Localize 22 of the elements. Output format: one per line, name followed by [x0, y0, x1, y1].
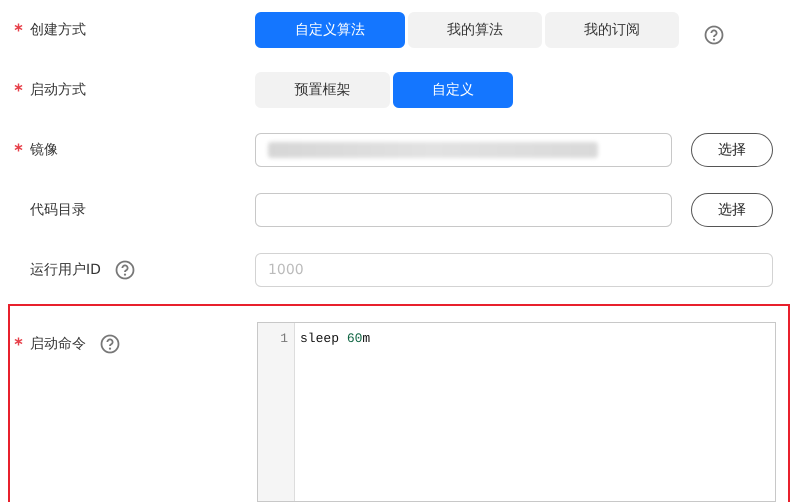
path-field[interactable] — [255, 133, 672, 167]
field-label: 代码目录 — [30, 200, 86, 220]
user-id-field[interactable]: 1000 — [255, 253, 773, 287]
code-editor[interactable]: 1 sleep 60m — [257, 322, 776, 502]
field-label: 镜像 — [30, 140, 58, 160]
help-icon[interactable] — [704, 25, 724, 45]
option-tab[interactable]: 我的算法 — [408, 12, 542, 48]
field-label: 运行用户ID — [30, 260, 101, 280]
line-number: 1 — [279, 330, 288, 348]
field-label: 启动命令 — [30, 335, 86, 354]
option-tab[interactable]: 自定义算法 — [255, 12, 405, 48]
select-button[interactable]: 选择 — [691, 193, 773, 227]
option-tab[interactable]: 自定义 — [393, 72, 513, 108]
help-icon[interactable] — [114, 260, 135, 280]
field-label: 启动方式 — [30, 80, 86, 100]
field-label: 创建方式 — [30, 20, 86, 40]
option-tab[interactable]: 我的订阅 — [545, 12, 679, 48]
select-button[interactable]: 选择 — [691, 133, 773, 167]
help-icon[interactable] — [100, 334, 120, 354]
code-line: sleep 60m — [300, 330, 370, 348]
path-field[interactable] — [255, 193, 672, 227]
option-tab[interactable]: 预置框架 — [255, 72, 390, 108]
